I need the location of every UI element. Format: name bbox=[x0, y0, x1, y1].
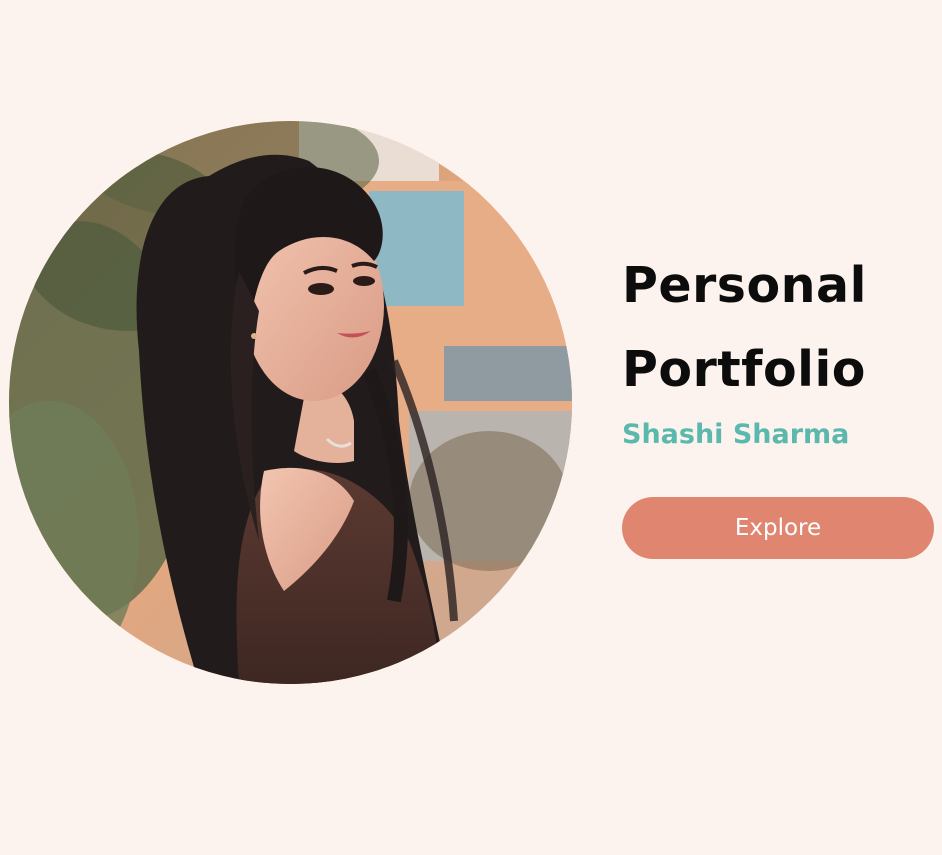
title-line-portfolio: Portfolio bbox=[622, 341, 866, 398]
owner-name: Shashi Sharma bbox=[622, 419, 850, 450]
explore-button[interactable]: Explore bbox=[622, 497, 934, 559]
profile-photo bbox=[9, 121, 572, 684]
hero-section: Personal Portfolio Shashi Sharma Explore bbox=[0, 0, 942, 855]
profile-photo-illustration bbox=[9, 121, 572, 684]
page-title: Personal Portfolio bbox=[622, 244, 867, 412]
title-line-personal: Personal bbox=[622, 257, 867, 314]
